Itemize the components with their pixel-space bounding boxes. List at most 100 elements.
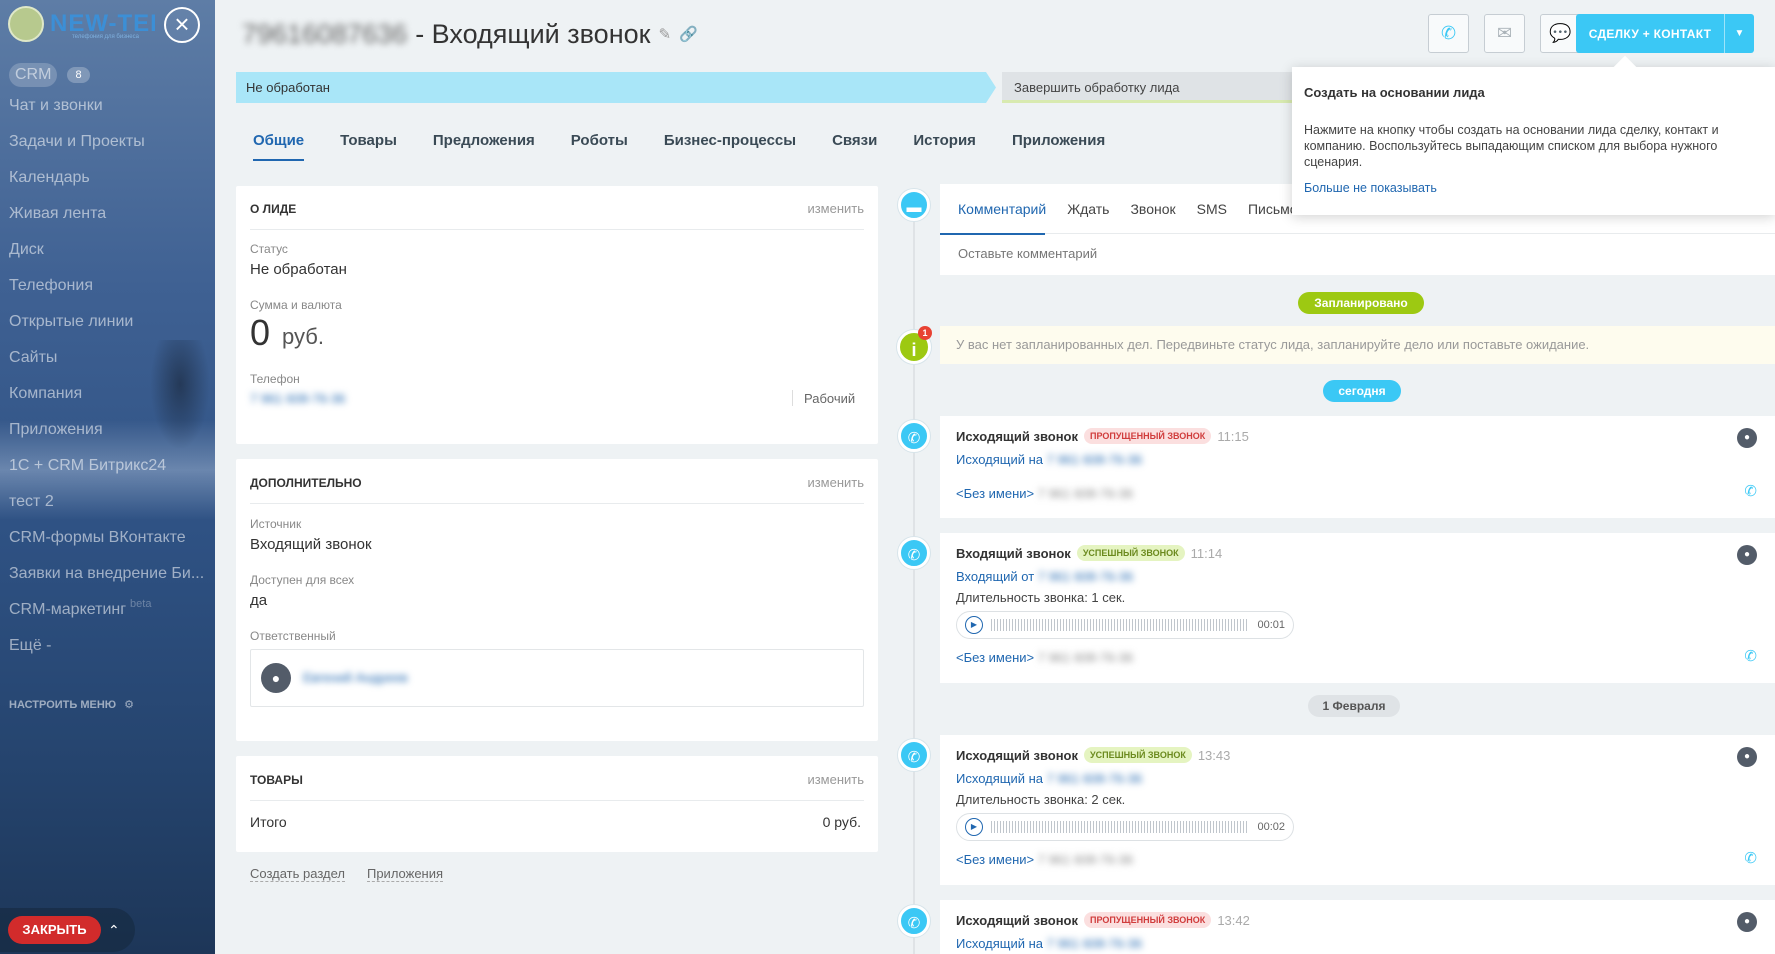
dont-show-again-link[interactable]: Больше не показывать [1304, 181, 1437, 195]
sidebar-item-requests[interactable]: Заявки на внедрение Би... [0, 556, 215, 592]
tab-robots[interactable]: Роботы [571, 132, 628, 161]
user-icon[interactable]: ● [1737, 912, 1757, 932]
divider [250, 229, 864, 230]
about-lead-card: О ЛИДЕ изменить Статус Не обработан Сумм… [236, 186, 878, 444]
activity-header: Исходящий звонок ПРОПУЩЕННЫЙ ЗВОНОК 13:42 [956, 912, 1250, 928]
close-icon[interactable]: × [164, 7, 200, 43]
call-button[interactable]: ✆ [1428, 14, 1469, 53]
sidebar-item-telephony[interactable]: Телефония [0, 268, 215, 304]
responsible-box[interactable]: ● Евгений Андреев [250, 649, 864, 707]
phone-icon: ✆ [898, 739, 930, 771]
close-button[interactable]: ЗАКРЫТЬ [8, 916, 101, 944]
field-label: Телефон [250, 372, 300, 386]
additional-card: ДОПОЛНИТЕЛЬНО изменить Источник Входящий… [236, 459, 878, 741]
activity-header: Исходящий звонок УСПЕШНЫЙ ЗВОНОК 13:43 [956, 747, 1230, 763]
sidebar-item-test2[interactable]: тест 2 [0, 484, 215, 520]
tab-business-processes[interactable]: Бизнес-процессы [664, 132, 796, 161]
user-icon[interactable]: ● [1737, 747, 1757, 767]
phone-icon[interactable]: ✆ [1744, 647, 1757, 665]
comment-icon: ▬ [898, 189, 930, 221]
chat-button[interactable]: 💬 [1540, 14, 1581, 53]
phone-number: 7 961 608-76-36 [1046, 936, 1143, 951]
apps-link[interactable]: Приложения [366, 866, 444, 882]
sidebar-item-crm-forms[interactable]: CRM-формы ВКонтакте [0, 520, 215, 556]
link-icon[interactable]: 🔗 [679, 25, 698, 43]
phone-icon[interactable]: ✆ [1744, 849, 1757, 867]
create-section-link[interactable]: Создать раздел [250, 866, 345, 882]
create-deal-contact-button[interactable]: СДЕЛКУ + КОНТАКТ ▼ [1576, 14, 1754, 53]
sidebar-item-disk[interactable]: Диск [0, 232, 215, 268]
configure-menu-button[interactable]: НАСТРОИТЬ МЕНЮ ⚙ [9, 698, 135, 712]
play-icon[interactable]: ▶ [965, 616, 983, 634]
activity-line[interactable]: Исходящий на 7 961 608-76-36 [956, 936, 1142, 951]
edit-link[interactable]: изменить [807, 772, 864, 787]
tab-sms[interactable]: SMS [1197, 201, 1227, 217]
tab-links[interactable]: Связи [832, 132, 877, 161]
tab-general[interactable]: Общие [253, 132, 305, 161]
audio-player[interactable]: ▶ 00:01 [956, 611, 1294, 639]
field-label: Доступен для всех [250, 573, 355, 587]
activity-line[interactable]: Входящий от 7 961 608-76-36 [956, 569, 1133, 584]
activity-line[interactable]: Исходящий на 7 961 608-76-36 [956, 452, 1142, 467]
sidebar-item-company[interactable]: Компания [0, 376, 215, 412]
currency-value: руб. [282, 324, 324, 349]
phone-icon: ✆ [898, 420, 930, 452]
gear-icon: ⚙ [124, 699, 135, 711]
phone-number: 7 961 608-76-36 [1046, 452, 1143, 467]
audio-player[interactable]: ▶ 00:02 [956, 813, 1294, 841]
tab-call[interactable]: Звонок [1130, 201, 1175, 217]
activity-time: 13:42 [1217, 912, 1250, 928]
direction-label: Входящий от [956, 569, 1035, 584]
email-button[interactable]: ✉ [1484, 14, 1525, 53]
divider [250, 503, 864, 504]
phone-icon[interactable]: ✆ [1744, 482, 1757, 500]
phone-value[interactable]: 7 961 608-76-36 [250, 391, 345, 406]
waveform[interactable] [991, 821, 1250, 833]
sidebar-item-chat[interactable]: Чат и звонки [0, 88, 215, 124]
user-icon[interactable]: ● [1737, 428, 1757, 448]
tab-history[interactable]: История [913, 132, 976, 161]
contact-link[interactable]: <Без имени> 7 961 608-76-36 [956, 650, 1133, 665]
contact-link[interactable]: <Без имени> 7 961 608-76-36 [956, 486, 1133, 501]
play-icon[interactable]: ▶ [965, 818, 983, 836]
divider [250, 800, 864, 801]
tab-comment[interactable]: Комментарий [958, 201, 1046, 217]
chevron-down-icon[interactable]: ▼ [1724, 14, 1754, 53]
sidebar-item-sites[interactable]: Сайты [0, 340, 215, 376]
activity-item: Исходящий звонок ПРОПУЩЕННЫЙ ЗВОНОК 11:15 … [940, 416, 1775, 518]
edit-link[interactable]: изменить [807, 475, 864, 490]
waveform[interactable] [991, 619, 1250, 631]
contact-link[interactable]: <Без имени> 7 961 608-76-36 [956, 852, 1133, 867]
sidebar-item-crm[interactable]: CRM 8 [0, 62, 215, 88]
status-badge: ПРОПУЩЕННЫЙ ЗВОНОК [1084, 428, 1212, 444]
call-duration: Длительность звонка: 1 сек. [956, 590, 1126, 605]
responsible-name[interactable]: Евгений Андреев [303, 670, 408, 685]
sidebar-item-tasks[interactable]: Задачи и Проекты [0, 124, 215, 160]
tab-quotes[interactable]: Предложения [433, 132, 535, 161]
tab-wait[interactable]: Ждать [1067, 201, 1109, 217]
sidebar-item-feed[interactable]: Живая лента [0, 196, 215, 232]
divider [940, 233, 1775, 234]
chevron-up-icon[interactable]: ⌃ [108, 916, 120, 944]
date-separator: 1 Февраля [1308, 695, 1400, 717]
sidebar-item-more[interactable]: Ещё - [0, 628, 215, 664]
comment-input[interactable]: Оставьте комментарий [958, 246, 1097, 261]
pencil-icon[interactable]: ✎ [658, 25, 671, 43]
sidebar-menu: CRM 8 Чат и звонки Задачи и Проекты Кален… [0, 62, 215, 664]
tab-email[interactable]: Письмо [1248, 201, 1298, 217]
activity-item: Исходящий звонок ПРОПУЩЕННЫЙ ЗВОНОК 13:42 … [940, 900, 1775, 954]
activity-line[interactable]: Исходящий на 7 961 608-76-36 [956, 771, 1142, 786]
tab-products[interactable]: Товары [340, 132, 397, 161]
user-icon[interactable]: ● [1737, 545, 1757, 565]
sidebar-item-crm-marketing[interactable]: CRM-маркетинг beta [0, 592, 215, 628]
stage-current[interactable]: Не обработан [236, 72, 996, 103]
popup-title: Создать на основании лида [1304, 85, 1485, 100]
sidebar-item-open-lines[interactable]: Открытые линии [0, 304, 215, 340]
sidebar-item-apps[interactable]: Приложения [0, 412, 215, 448]
edit-link[interactable]: изменить [807, 201, 864, 216]
tab-apps[interactable]: Приложения [1012, 132, 1105, 161]
sidebar-item-calendar[interactable]: Календарь [0, 160, 215, 196]
stage-finish[interactable]: Завершить обработку лида [1002, 72, 1302, 103]
sidebar-item-1c[interactable]: 1С + CRM Битрикс24 [0, 448, 215, 484]
notification-badge: 1 [918, 326, 932, 340]
